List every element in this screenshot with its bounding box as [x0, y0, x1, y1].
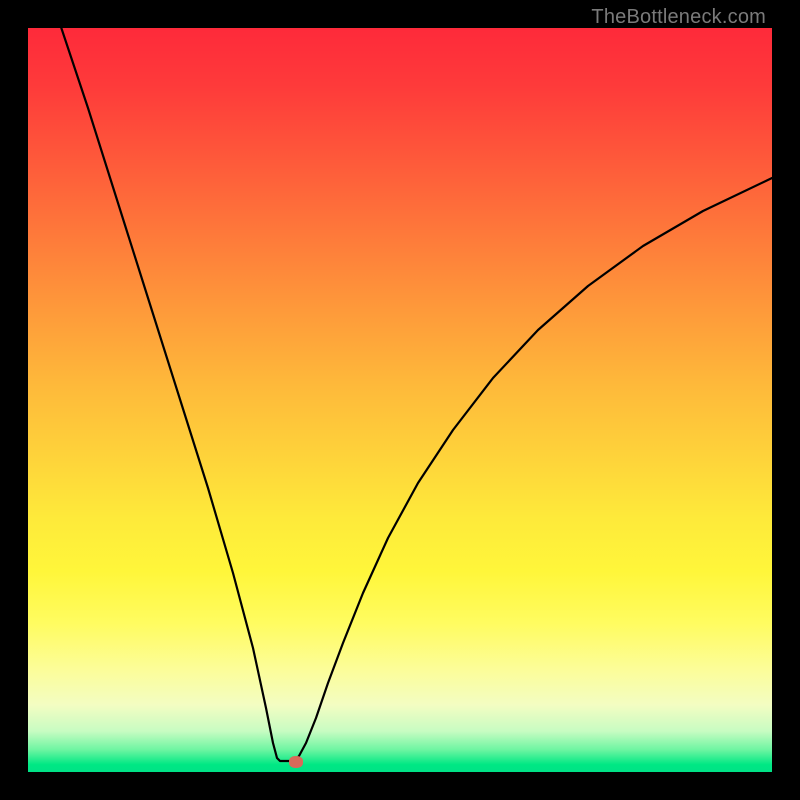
bottleneck-curve: [28, 28, 772, 772]
watermark-text: TheBottleneck.com: [591, 6, 766, 29]
optimal-point-marker: [289, 756, 303, 768]
chart-frame: TheBottleneck.com: [0, 0, 800, 800]
plot-area: [28, 28, 772, 772]
